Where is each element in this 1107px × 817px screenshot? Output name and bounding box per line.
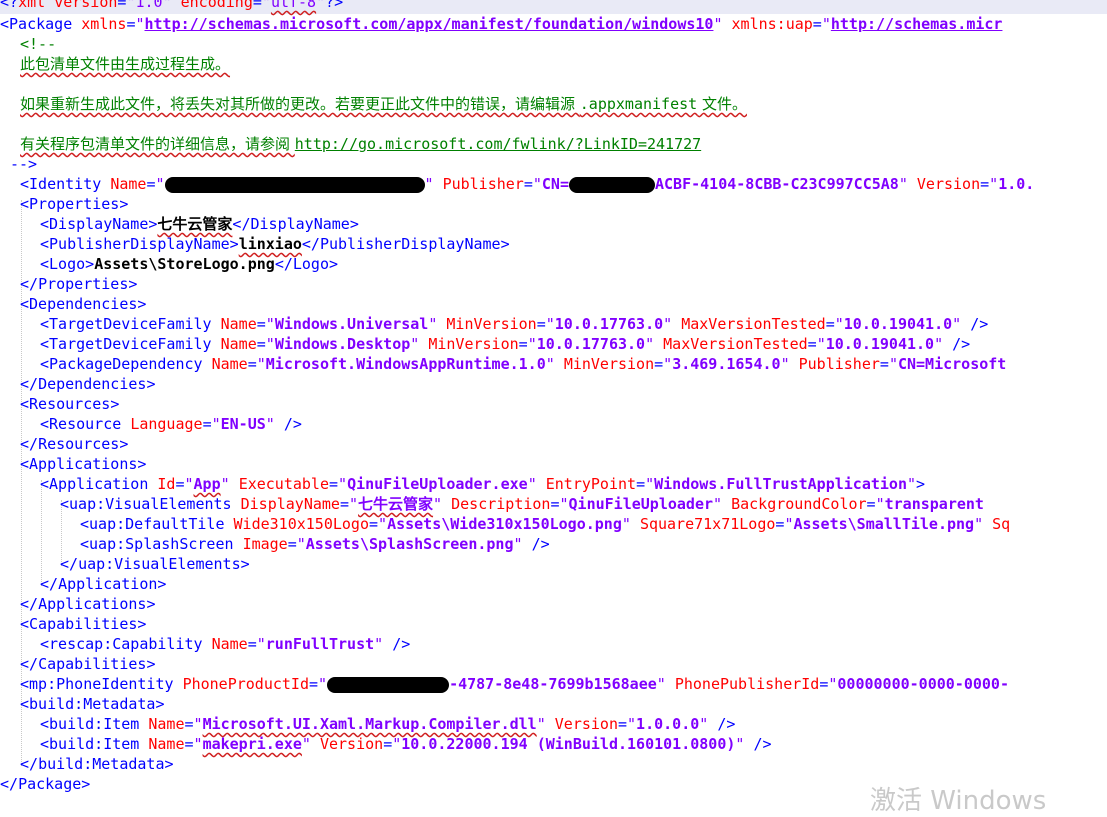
code-line-displayname[interactable]: <DisplayName>七牛云管家</DisplayName> [40,214,359,234]
code-line-logo[interactable]: <Logo>Assets\StoreLogo.png</Logo> [40,254,338,274]
code-line-builditem-1[interactable]: <build:Item Name="Microsoft.UI.Xaml.Mark… [40,714,735,734]
code-line-visualelements[interactable]: <uap:VisualElements DisplayName="七牛云管家" … [60,494,984,514]
code-line-capabilities-open[interactable]: <Capabilities> [20,614,146,634]
comment-line-3: 有关程序包清单文件的详细信息，请参阅 http://go.microsoft.c… [20,135,702,153]
code-line-dependencies-close[interactable]: </Dependencies> [20,374,155,394]
code-line-targetdevicefamily-2[interactable]: <TargetDeviceFamily Name="Windows.Deskto… [40,334,970,354]
code-line-properties-close[interactable]: </Properties> [20,274,137,294]
comment-close: --> [10,155,38,173]
comment-line-2: 如果重新生成此文件，将丢失对其所做的更改。若要更正此文件中的错误，请编辑源 .a… [20,95,747,113]
indent-guide [41,480,42,586]
code-line-phoneidentity[interactable]: <mp:PhoneIdentity PhoneProductId=" -4787-… [20,674,1009,694]
code-line-buildmetadata-open[interactable]: <build:Metadata> [20,694,165,714]
redacted-block [569,176,655,193]
code-line-application-close[interactable]: </Application> [40,574,166,594]
code-line-package-close[interactable]: </Package> [0,774,90,794]
code-line-capability[interactable]: <rescap:Capability Name="runFullTrust" /… [40,634,410,654]
activate-windows-watermark: 激活 Windows [870,786,1047,816]
code-line-package-open[interactable]: <Package xmlns="http://schemas.microsoft… [0,14,1002,34]
code-line-targetdevicefamily-1[interactable]: <TargetDeviceFamily Name="Windows.Univer… [40,314,988,334]
code-line-application[interactable]: <Application Id="App" Executable="QinuFi… [40,474,925,494]
code-line-builditem-2[interactable]: <build:Item Name="makepri.exe" Version="… [40,734,772,754]
fwlink-link[interactable]: http://go.microsoft.com/fwlink/?LinkID=2… [295,135,701,153]
code-line-applications-close[interactable]: </Applications> [20,594,155,614]
code-line-visualelements-close[interactable]: </uap:VisualElements> [60,554,250,574]
code-line-xml-declaration[interactable]: <?xml version="1.0" encoding="utf-8"?> [0,0,343,12]
code-line-buildmetadata-close[interactable]: </build:Metadata> [20,754,174,774]
code-line-capabilities-close[interactable]: </Capabilities> [20,654,155,674]
comment-open: <!-- [20,35,57,53]
code-line-resources-open[interactable]: <Resources> [20,394,119,414]
redacted-block [164,176,425,193]
code-line-dependencies-open[interactable]: <Dependencies> [20,294,146,314]
code-line-identity[interactable]: <Identity Name=" " Publisher="CN= ACBF-410… [20,174,1034,194]
code-line-packagedependency[interactable]: <PackageDependency Name="Microsoft.Windo… [40,354,1006,374]
code-line-properties-open[interactable]: <Properties> [20,194,128,214]
code-line-resource[interactable]: <Resource Language="EN-US" /> [40,414,302,434]
redacted-block [327,676,450,693]
code-line-resources-close[interactable]: </Resources> [20,434,128,454]
code-line-applications-open[interactable]: <Applications> [20,454,146,474]
code-line-defaulttile[interactable]: <uap:DefaultTile Wide310x150Logo="Assets… [80,514,1010,534]
comment-line-1: 此包清单文件由生成过程生成。 [20,55,231,73]
code-line-publisherdisplayname[interactable]: <PublisherDisplayName>linxiao</Publisher… [40,234,510,254]
code-line-splashscreen[interactable]: <uap:SplashScreen Image="Assets\SplashSc… [80,534,550,554]
